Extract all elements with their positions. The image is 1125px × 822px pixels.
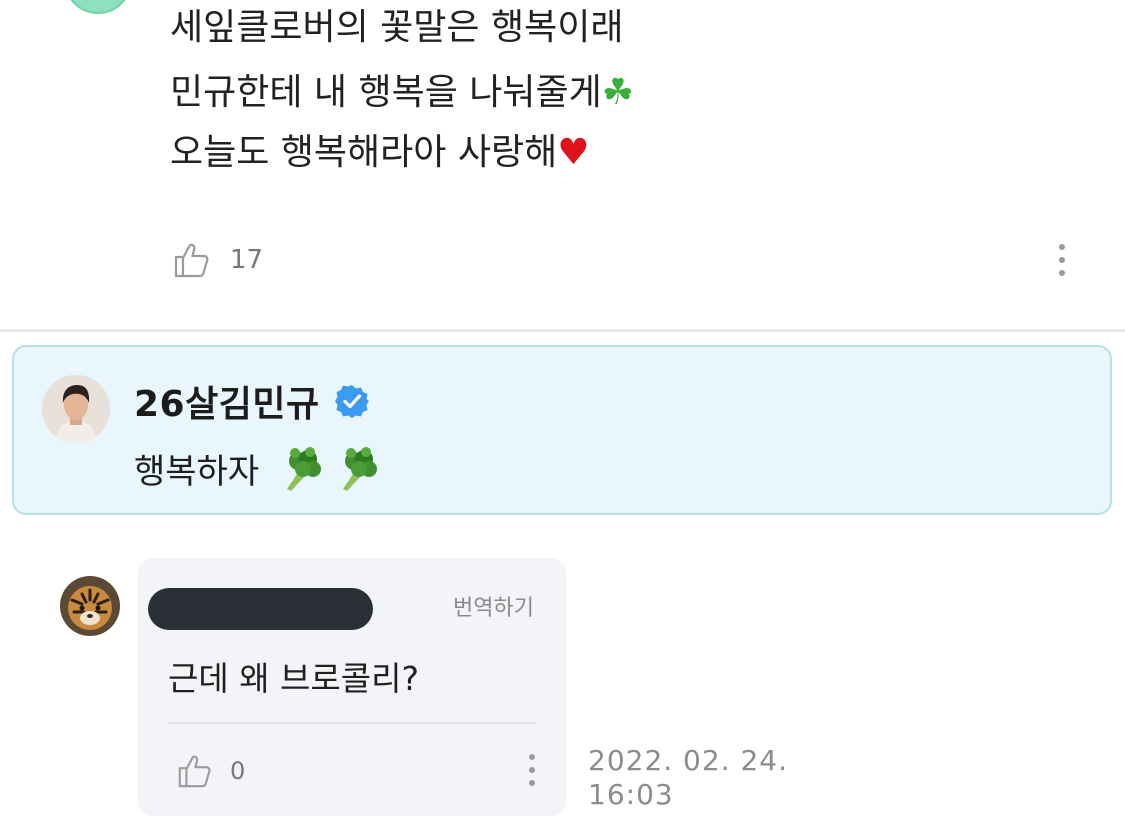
clover-icon: ☘ xyxy=(601,72,635,113)
verified-badge-icon xyxy=(334,385,369,418)
comment-divider xyxy=(168,722,536,724)
artist-avatar[interactable] xyxy=(42,375,110,443)
fan-comment-card: 번역하기 근데 왜 브로콜리? 0 xyxy=(138,558,566,816)
heart-icon: ♥ xyxy=(557,132,590,173)
more-options-icon[interactable] xyxy=(1058,244,1066,276)
post-line-3: 오늘도 행복해라아 사랑해♥ xyxy=(170,132,590,173)
artist-name[interactable]: 26살김민규 xyxy=(134,375,320,427)
like-count: 17 xyxy=(230,245,264,275)
comment-timestamp: 2022. 02. 24. 16:03 xyxy=(588,744,789,811)
fan-comment-text: 근데 왜 브로콜리? xyxy=(168,659,420,698)
artist-name-row: 26살김민규 xyxy=(134,375,370,427)
like-icon[interactable] xyxy=(176,753,212,789)
fan-comment-actions: 0 xyxy=(176,750,245,792)
redacted-username xyxy=(148,588,373,630)
post-actions: 17 xyxy=(172,236,263,284)
artist-reply-text: 행복하자 xyxy=(134,443,379,493)
fan-avatar[interactable] xyxy=(60,576,120,636)
post-line-1: 세잎클로버의 꽃말은 행복이래 xyxy=(170,7,624,48)
post-author-avatar[interactable] xyxy=(64,0,132,14)
artist-reply-card: 26살김민규 행복하자 xyxy=(12,345,1112,515)
more-options-icon[interactable] xyxy=(528,754,536,786)
section-divider xyxy=(0,329,1125,332)
broccoli-icon xyxy=(343,447,378,491)
translate-button[interactable]: 번역하기 xyxy=(453,590,534,622)
like-icon[interactable] xyxy=(172,241,210,279)
like-count: 0 xyxy=(230,757,246,785)
post-line-2: 민규한테 내 행복을 나눠줄게☘ xyxy=(170,72,635,113)
broccoli-icon xyxy=(287,447,322,491)
